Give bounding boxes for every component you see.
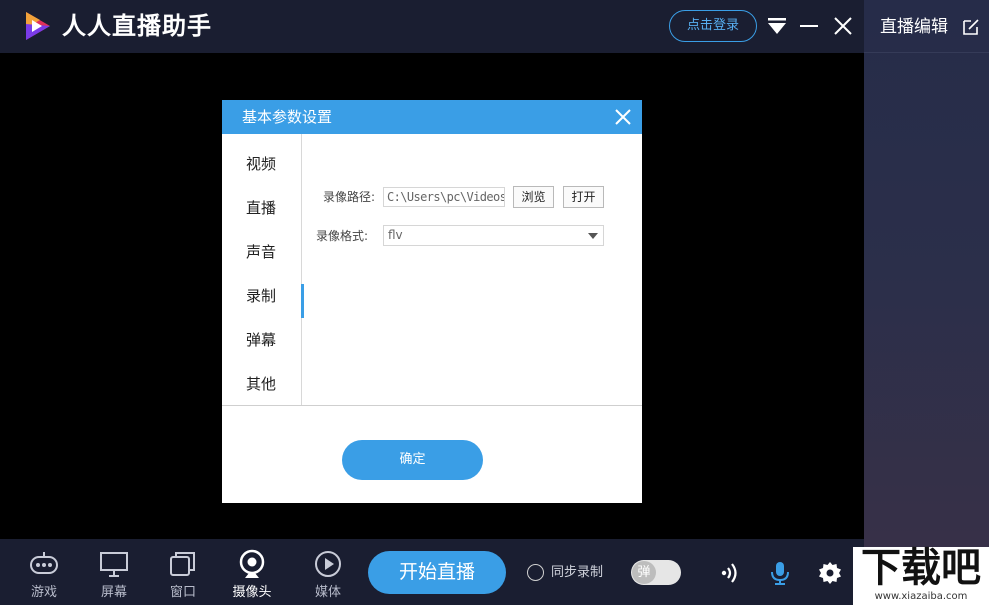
record-path-label: 录像路径:: [323, 190, 376, 204]
browse-button[interactable]: 浏览: [513, 186, 554, 208]
record-format-label: 录像格式:: [316, 229, 369, 243]
edit-icon[interactable]: [961, 17, 981, 37]
microphone-icon[interactable]: [767, 560, 793, 586]
login-button[interactable]: 点击登录: [669, 10, 757, 42]
settings-dialog: 基本参数设置 视频 直播 声音 录制 弹幕 其他 录像路径: C:\Users\…: [222, 100, 642, 503]
gear-icon[interactable]: [817, 560, 843, 586]
source-window-label: 窗口: [169, 585, 196, 600]
settings-tab-video[interactable]: 视频: [222, 142, 302, 186]
settings-sidebar: 视频 直播 声音 录制 弹幕 其他: [222, 134, 304, 406]
minimize-icon[interactable]: [797, 14, 821, 38]
danmaku-toggle-knob: 弹: [632, 561, 656, 584]
dropdown-menu-icon[interactable]: [765, 14, 789, 38]
title-bar: 人人直播助手 点击登录: [0, 0, 864, 53]
dialog-divider: [222, 405, 642, 406]
open-button[interactable]: 打开: [563, 186, 604, 208]
watermark: 下载吧 www.xiazaiba.com: [853, 544, 989, 605]
speaker-icon[interactable]: [717, 560, 743, 586]
source-window-button[interactable]: 窗口: [155, 546, 211, 602]
source-camera-button[interactable]: 摄像头: [224, 546, 280, 602]
watermark-text: 下载吧: [861, 544, 981, 591]
dialog-header: 基本参数设置: [222, 100, 642, 134]
settings-tab-other[interactable]: 其他: [222, 362, 302, 406]
sync-record-radio[interactable]: [527, 564, 544, 581]
source-media-label: 媒体: [314, 585, 341, 600]
settings-tab-audio[interactable]: 声音: [222, 230, 302, 274]
settings-tab-live[interactable]: 直播: [222, 186, 302, 230]
chevron-down-icon: [588, 233, 598, 239]
source-screen-label: 屏幕: [100, 585, 127, 600]
source-screen-button[interactable]: 屏幕: [86, 546, 142, 602]
media-play-icon: [315, 551, 341, 577]
app-title: 人人直播助手: [62, 12, 212, 40]
source-game-button[interactable]: 游戏: [16, 546, 72, 602]
dialog-close-icon[interactable]: [614, 108, 632, 126]
gamepad-icon: [30, 552, 58, 574]
dialog-title: 基本参数设置: [242, 108, 333, 126]
app-logo-icon: [26, 12, 50, 40]
start-live-button[interactable]: 开始直播: [368, 551, 506, 594]
settings-tab-danmaku[interactable]: 弹幕: [222, 318, 302, 362]
close-icon[interactable]: [831, 14, 855, 38]
live-edit-panel: 直播编辑: [864, 0, 989, 605]
ok-button[interactable]: 确定: [342, 440, 483, 480]
sync-record-label: 同步录制: [551, 565, 604, 580]
live-edit-title: 直播编辑: [880, 17, 948, 37]
bottom-toolbar: 游戏 屏幕 窗口 摄像头 媒体 开始直播 同步录制 弹: [0, 539, 864, 605]
source-media-button[interactable]: 媒体: [300, 546, 356, 602]
danmaku-toggle[interactable]: 弹: [631, 560, 681, 585]
source-game-label: 游戏: [30, 585, 57, 600]
record-format-value: flv: [388, 228, 403, 242]
watermark-url: www.xiazaiba.com: [874, 591, 968, 602]
source-camera-label: 摄像头: [232, 585, 272, 600]
settings-tab-record[interactable]: 录制: [222, 274, 304, 318]
record-path-input[interactable]: C:\Users\pc\Videos: [383, 187, 505, 207]
monitor-icon: [100, 552, 128, 577]
window-icon: [170, 552, 195, 576]
live-edit-header: 直播编辑: [864, 0, 989, 53]
record-format-select[interactable]: flv: [383, 225, 604, 246]
camera-icon: [239, 549, 265, 578]
